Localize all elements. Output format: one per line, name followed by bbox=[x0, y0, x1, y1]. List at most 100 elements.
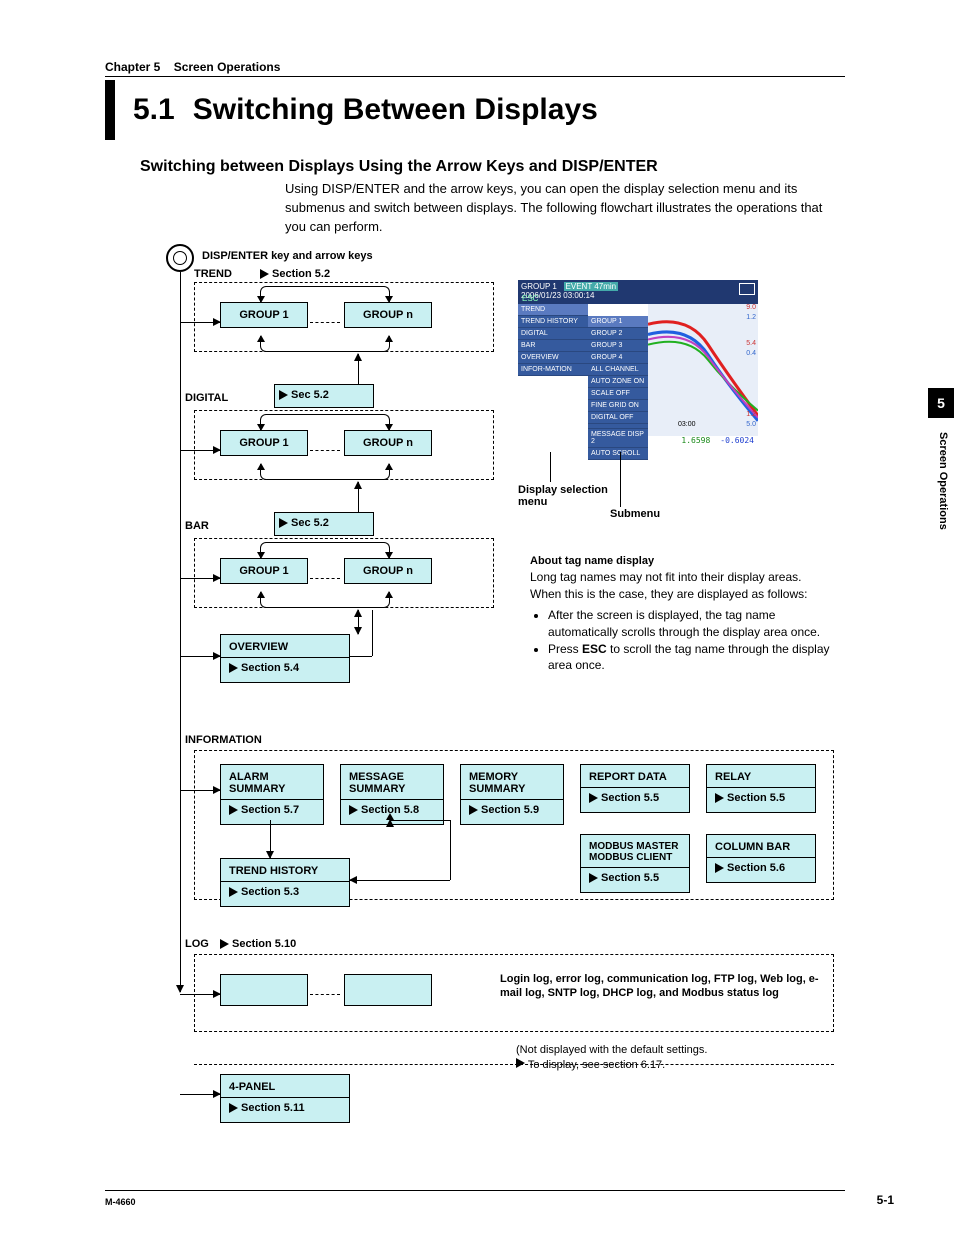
arrow bbox=[180, 656, 220, 657]
footer-page-num: 5-1 bbox=[877, 1193, 894, 1207]
main-spine bbox=[180, 272, 181, 992]
triangle-icon bbox=[349, 805, 358, 815]
triangle-icon bbox=[589, 793, 598, 803]
to-display-note: To display, see section 6.17. bbox=[516, 1058, 665, 1071]
start-icon bbox=[166, 244, 194, 272]
trend-section-ref: Section 5.2 bbox=[260, 268, 330, 280]
arrow bbox=[350, 880, 450, 881]
arrowhead bbox=[386, 813, 394, 820]
triangle-icon bbox=[279, 518, 288, 528]
dash bbox=[194, 1064, 834, 1065]
triangle-icon bbox=[229, 887, 238, 897]
box-title: REPORT DATA bbox=[589, 771, 681, 783]
report-data-box: REPORT DATA Section 5.5 bbox=[580, 764, 690, 813]
trend-label: TREND bbox=[194, 268, 232, 280]
line bbox=[350, 656, 372, 657]
up-arrow bbox=[358, 354, 359, 384]
start-label: DISP/ENTER key and arrow keys bbox=[202, 250, 373, 262]
box-title: ALARM SUMMARY bbox=[229, 771, 315, 795]
trend-group1: GROUP 1 bbox=[220, 302, 308, 328]
triangle-icon bbox=[715, 863, 724, 873]
arrow bbox=[180, 578, 220, 579]
triangle-icon bbox=[229, 1103, 238, 1113]
log-box bbox=[344, 974, 432, 1006]
arrow bbox=[180, 1094, 220, 1095]
digital-groupn: GROUP n bbox=[344, 430, 432, 456]
loop-arrows bbox=[260, 336, 390, 352]
section-number: 5.1 bbox=[133, 93, 175, 127]
arrow bbox=[270, 820, 271, 858]
flowchart: DISP/ENTER key and arrow keys TREND Sect… bbox=[160, 244, 850, 1144]
title-accent-bar bbox=[105, 80, 115, 140]
about-tag-name: About tag name display Long tag names ma… bbox=[530, 554, 830, 678]
arrow bbox=[180, 994, 220, 995]
modbus-box: MODBUS MASTER MODBUS CLIENT Section 5.5 bbox=[580, 834, 690, 893]
alarm-summary-box: ALARM SUMMARY Section 5.7 bbox=[220, 764, 324, 825]
bar-label: BAR bbox=[185, 520, 209, 532]
box-title: COLUMN BAR bbox=[715, 841, 807, 853]
bar-section-box: Sec 5.2 bbox=[274, 512, 374, 536]
section-title: 5.1 Switching Between Displays bbox=[105, 80, 598, 140]
triangle-icon bbox=[220, 939, 229, 949]
overview-label: OVERVIEW bbox=[229, 641, 341, 653]
triangle-icon bbox=[229, 805, 238, 815]
loop-arrows bbox=[260, 286, 390, 302]
loop-arrows bbox=[260, 464, 390, 480]
screenshot-header: GROUP 1 EVENT 47min 2006/01/23 03:00:14 … bbox=[518, 280, 758, 304]
triangle-icon bbox=[516, 1058, 525, 1068]
memory-summary-box: MEMORY SUMMARY Section 5.9 bbox=[460, 764, 564, 825]
log-description: Login log, error log, communication log,… bbox=[500, 972, 820, 1001]
box-title: RELAY bbox=[715, 771, 807, 783]
arrow bbox=[180, 322, 220, 323]
page-header: Chapter 5 Screen Operations bbox=[105, 60, 845, 77]
submenu-callout: Submenu bbox=[610, 508, 660, 520]
loop-arrows bbox=[260, 592, 390, 608]
chapter-tab-text: Screen Operations bbox=[937, 432, 949, 530]
box-title: MEMORY SUMMARY bbox=[469, 771, 555, 795]
arrow bbox=[180, 450, 220, 451]
box-title: MODBUS MASTER MODBUS CLIENT bbox=[589, 841, 681, 863]
line bbox=[450, 820, 451, 880]
overview-box: OVERVIEW Section 5.4 bbox=[220, 634, 350, 683]
triangle-icon bbox=[260, 269, 269, 279]
footer-rule bbox=[105, 1190, 845, 1191]
box-title: 4-PANEL bbox=[229, 1081, 341, 1093]
up-arrow bbox=[358, 482, 359, 512]
footer-doc-id: M-4660 bbox=[105, 1197, 136, 1207]
line bbox=[372, 610, 373, 656]
callout-line bbox=[550, 452, 551, 482]
about-p1: Long tag names may not fit into their di… bbox=[530, 569, 830, 603]
4panel-box: 4-PANEL Section 5.11 bbox=[220, 1074, 350, 1123]
digital-group1: GROUP 1 bbox=[220, 430, 308, 456]
section-name: Switching Between Displays bbox=[193, 93, 598, 127]
dash bbox=[310, 578, 340, 579]
column-bar-box: COLUMN BAR Section 5.6 bbox=[706, 834, 816, 883]
loop-arrows bbox=[260, 542, 390, 558]
log-label: LOG bbox=[185, 938, 209, 950]
relay-box: RELAY Section 5.5 bbox=[706, 764, 816, 813]
about-bullet-2: Press ESC to scroll the tag name through… bbox=[548, 641, 830, 675]
bar-groupn: GROUP n bbox=[344, 558, 432, 584]
arrow bbox=[180, 790, 220, 791]
screenshot-plot: 9.0 1.2 5.4 0.4 1.2 5.0 03:00 bbox=[648, 304, 758, 436]
triangle-icon bbox=[469, 805, 478, 815]
camera-icon bbox=[739, 283, 755, 295]
triangle-icon bbox=[715, 793, 724, 803]
log-box bbox=[220, 974, 308, 1006]
box-title: MESSAGE SUMMARY bbox=[349, 771, 435, 795]
chapter-tab: 5 bbox=[928, 388, 954, 418]
triangle-icon bbox=[589, 873, 598, 883]
trend-history-box: TREND HISTORY Section 5.3 bbox=[220, 858, 350, 907]
header-title: Screen Operations bbox=[174, 60, 281, 74]
not-displayed-note: (Not displayed with the default settings… bbox=[516, 1044, 707, 1056]
triangle-icon bbox=[229, 663, 238, 673]
digital-section-box: Sec 5.2 bbox=[274, 384, 374, 408]
intro-paragraph: Using DISP/ENTER and the arrow keys, you… bbox=[285, 180, 845, 237]
digital-label: DIGITAL bbox=[185, 392, 228, 404]
loop-arrows bbox=[260, 414, 390, 430]
subheading: Switching between Displays Using the Arr… bbox=[140, 158, 658, 176]
information-label: INFORMATION bbox=[185, 734, 262, 746]
line bbox=[390, 820, 450, 821]
about-heading: About tag name display bbox=[530, 554, 830, 569]
dash bbox=[310, 994, 340, 995]
